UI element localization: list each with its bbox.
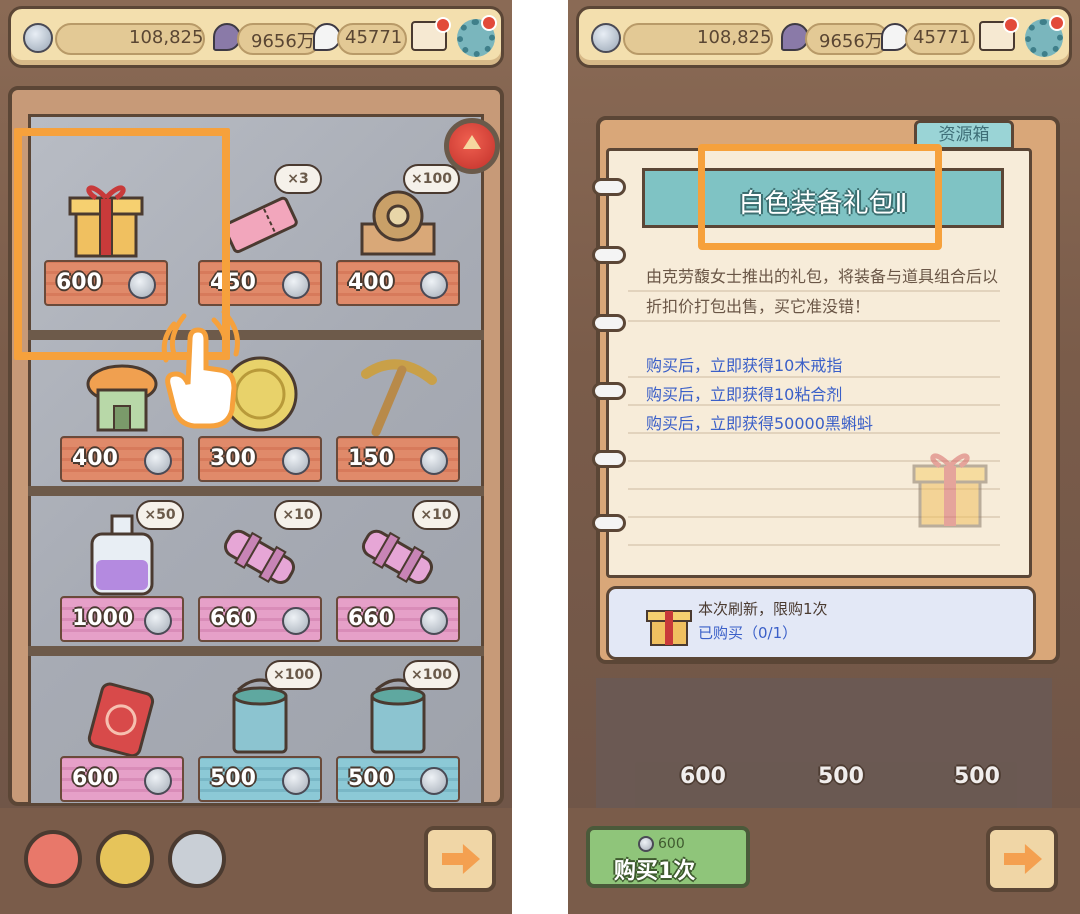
paw-coin-icon <box>420 607 448 635</box>
coin-amount: 108,825 <box>697 27 772 48</box>
item-price: 600 <box>72 766 118 791</box>
notebook-ring <box>592 178 626 196</box>
top-bar: 108,825 9656万 45771 <box>576 6 1072 68</box>
shop-item-cannon[interactable]: ×10 660 <box>194 496 326 646</box>
red-charm-icon <box>87 682 155 758</box>
purple-amount: 9656万 <box>819 31 883 52</box>
next-arrow-button[interactable] <box>986 826 1058 892</box>
tab-paw-coin-icon[interactable] <box>168 830 226 888</box>
paw-coin-icon <box>420 767 448 795</box>
reward-line: 购买后，立即获得10粘合剂 <box>646 385 843 404</box>
gift-box-icon <box>912 453 988 528</box>
notebook-ring <box>592 514 626 532</box>
price-tag: 400 <box>60 436 184 482</box>
quantity-badge: ×10 <box>274 500 322 530</box>
purple-amount: 9656万 <box>251 31 315 52</box>
quantity-badge: ×100 <box>403 164 460 194</box>
coin-amount: 108,825 <box>129 27 204 48</box>
shop-item-potion[interactable]: ×50 1000 <box>56 496 188 646</box>
item-price: 300 <box>210 446 256 471</box>
ruled-line <box>628 376 1000 378</box>
price-tag: 1000 <box>60 596 184 642</box>
top-bar: 108,825 9656万 45771 <box>8 6 504 68</box>
notebook-ring <box>592 382 626 400</box>
reward-line: 购买后，立即获得50000黑蝌蚪 <box>646 414 873 433</box>
gear-icon[interactable] <box>1025 15 1065 57</box>
notebook-ring <box>592 314 626 332</box>
item-price: 500 <box>818 764 864 789</box>
item-price: 1000 <box>72 606 134 631</box>
price-tag: 300 <box>198 436 322 482</box>
shop-item-red-card[interactable]: 600 <box>56 656 188 806</box>
paw-coin-icon <box>420 271 448 299</box>
pack-description: 由克劳馥女士推出的礼包，将装备与道具组合后以折扣价打包出售，买它准没错！ <box>646 267 999 316</box>
purchased-count: 已购买（0/1） <box>698 624 798 642</box>
item-price: 500 <box>954 764 1000 789</box>
item-price: 500 <box>348 766 394 791</box>
item-price: 660 <box>210 606 256 631</box>
paw-coin-icon <box>282 767 310 795</box>
tab-gift-icon[interactable] <box>24 830 82 888</box>
item-price: 400 <box>348 270 394 295</box>
price-tag: 600 <box>60 756 184 802</box>
shelf-divider <box>28 486 484 496</box>
detail-screen: 108,825 9656万 45771 600 500 500 资源箱 白色装备… <box>568 0 1080 914</box>
shop-item-paint-bucket[interactable]: ×100 500 <box>332 656 464 806</box>
gift-box-icon <box>646 610 692 646</box>
price-tag: 400 <box>336 260 460 306</box>
shop-item-paint-bucket[interactable]: ×100 500 <box>194 656 326 806</box>
price-tag: 500 <box>198 756 322 802</box>
paw-coin-icon <box>282 271 310 299</box>
gear-icon[interactable] <box>457 15 497 57</box>
shop-screen: 108,825 9656万 45771 600 ×3 450 ×100 400 … <box>0 0 512 914</box>
paw-coin-icon <box>144 447 172 475</box>
shop-item-workbench[interactable]: ×100 400 <box>332 160 464 310</box>
item-price: 660 <box>348 606 394 631</box>
item-price: 500 <box>210 766 256 791</box>
paw-coin-icon <box>591 23 621 53</box>
item-price: 600 <box>680 764 726 789</box>
quantity-badge: ×10 <box>412 500 460 530</box>
paw-coin-icon <box>282 447 310 475</box>
dimmed-shelf-row: 600 500 500 <box>596 678 1052 808</box>
shop-item-pickaxe[interactable]: 150 <box>332 336 464 486</box>
buy-label: 购买1次 <box>614 859 696 884</box>
quantity-badge: ×100 <box>265 660 322 690</box>
buy-cost: 600 <box>658 836 685 852</box>
white-amount: 45771 <box>913 27 971 48</box>
reward-line: 购买后，立即获得10木戒指 <box>646 356 843 375</box>
item-price: 150 <box>348 446 394 471</box>
quantity-badge: ×100 <box>403 660 460 690</box>
title-highlight <box>698 144 942 250</box>
paw-coin-icon <box>144 607 172 635</box>
shelf-divider <box>28 646 484 656</box>
price-tag: 150 <box>336 436 460 482</box>
tap-hand-icon <box>161 310 240 429</box>
quantity-badge: ×50 <box>136 500 184 530</box>
price-tag: 500 <box>336 756 460 802</box>
mail-icon[interactable] <box>979 17 1019 51</box>
paw-coin-icon <box>420 447 448 475</box>
paw-coin-icon <box>282 607 310 635</box>
paw-coin-icon <box>23 23 53 53</box>
ruled-line <box>628 544 1000 546</box>
price-tag: 660 <box>198 596 322 642</box>
paw-coin-icon <box>638 836 654 852</box>
purchase-limit-text: 本次刷新，限购1次 <box>698 600 828 618</box>
quantity-badge: ×3 <box>274 164 322 194</box>
price-tag: 660 <box>336 596 460 642</box>
paw-coin-icon <box>144 767 172 795</box>
pickaxe-icon <box>361 359 437 437</box>
shop-item-cannon[interactable]: ×10 660 <box>332 496 464 646</box>
next-arrow-button[interactable] <box>424 826 496 892</box>
tab-flower-icon[interactable] <box>96 830 154 888</box>
mail-icon[interactable] <box>411 17 451 51</box>
white-amount: 45771 <box>345 27 403 48</box>
item-price: 400 <box>72 446 118 471</box>
notebook-ring <box>592 450 626 468</box>
notebook-ring <box>592 246 626 264</box>
